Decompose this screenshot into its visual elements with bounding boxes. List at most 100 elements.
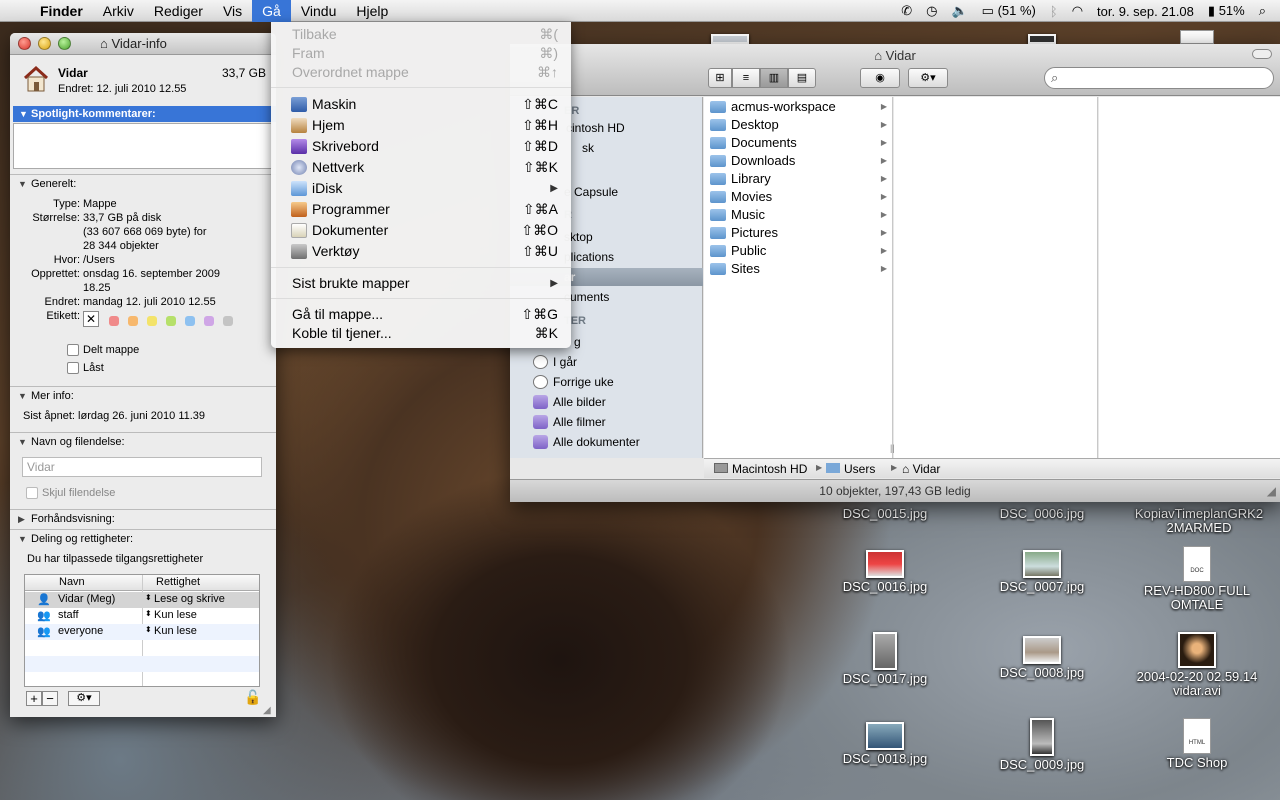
name-field[interactable]: Vidar [22, 457, 262, 477]
sidebar-item-all-images[interactable]: Alle bilder [510, 393, 703, 411]
desktop-file[interactable]: DOC REV-HD800 FULL OMTALE [1132, 546, 1262, 612]
desktop-file[interactable]: HTML TDC Shop [1132, 718, 1262, 770]
general-section-header[interactable]: ▼ Generelt: [10, 174, 276, 192]
path-item-vidar[interactable]: ⌂ Vidar [902, 462, 940, 476]
folder-item[interactable]: Pictures ▶ [704, 224, 892, 242]
view-columns-button[interactable]: ▥ [760, 68, 788, 88]
search-input[interactable]: ⌕ [1044, 67, 1274, 89]
menu-item-desktop[interactable]: Skrivebord ⇧⌘D [271, 136, 571, 157]
menu-item-applications[interactable]: Programmer ⇧⌘A [271, 199, 571, 220]
sidebar-item-last-week[interactable]: Forrige uke [510, 373, 703, 391]
hide-extension-checkbox[interactable] [26, 487, 38, 499]
menu-arkiv[interactable]: Arkiv [93, 0, 144, 22]
resize-grip-icon[interactable]: ◢ [263, 705, 271, 716]
desktop-file[interactable]: 2004-02-20 02.59.14 vidar.avi [1132, 632, 1262, 698]
folder-item[interactable]: Library ▶ [704, 170, 892, 188]
view-coverflow-button[interactable]: ▤ [788, 68, 816, 88]
menu-ga[interactable]: Gå [252, 0, 291, 22]
battery-percent[interactable]: ▮ 51% [1208, 3, 1245, 19]
wifi-icon[interactable]: ◠ [1072, 3, 1083, 19]
menu-finder[interactable]: Finder [30, 0, 93, 22]
permissions-action-gear-button[interactable]: ⚙▾ [68, 691, 100, 706]
spotlight-comments-field[interactable] [13, 123, 272, 169]
desktop-file[interactable]: DSC_0007.jpg [977, 550, 1107, 594]
menu-hjelp[interactable]: Hjelp [346, 0, 398, 22]
menu-item-network[interactable]: Nettverk ⇧⌘K [271, 157, 571, 178]
label-red[interactable] [109, 316, 119, 326]
menu-item-documents[interactable]: Dokumenter ⇧⌘O [271, 220, 571, 241]
desktop-icon-item[interactable] [710, 34, 750, 44]
toolbar-toggle-button[interactable] [1252, 49, 1272, 59]
desktop-file[interactable]: DSC_0016.jpg [820, 550, 950, 594]
menu-item-recent-folders[interactable]: Sist brukte mapper ▶ [271, 273, 571, 294]
desktop-file[interactable]: DSC_0008.jpg [977, 636, 1107, 680]
folder-item[interactable]: Sites ▶ [704, 260, 892, 278]
table-row[interactable]: 👤 Vidar (Meg) ⬍ Lese og skrive [25, 592, 259, 608]
sharing-section-header[interactable]: ▼ Deling og rettigheter: [10, 529, 276, 547]
label-green[interactable] [166, 316, 176, 326]
quick-look-button[interactable]: ◉ [860, 68, 900, 88]
label-none-button[interactable]: ✕ [83, 311, 99, 327]
menu-item-computer[interactable]: Maskin ⇧⌘C [271, 94, 571, 115]
menu-rediger[interactable]: Rediger [144, 0, 213, 22]
label-gray[interactable] [223, 316, 233, 326]
menu-item-back[interactable]: Tilbake ⌘( [271, 24, 571, 45]
view-list-button[interactable]: ≡ [732, 68, 760, 88]
action-gear-button[interactable]: ⚙▾ [908, 68, 948, 88]
desktop-icon-item[interactable] [1180, 30, 1214, 44]
spotlight-comments-header[interactable]: ▼ Spotlight-kommentarer: [13, 106, 276, 122]
menu-item-enclosing-folder[interactable]: Overordnet mappe ⌘↑ [271, 62, 571, 83]
close-button[interactable] [18, 37, 31, 50]
menu-item-go-to-folder[interactable]: Gå til mappe... ⇧⌘G [271, 304, 571, 325]
battery-status[interactable]: ▭ (51 %) [982, 3, 1036, 19]
folder-item[interactable]: Music ▶ [704, 206, 892, 224]
label-blue[interactable] [185, 316, 195, 326]
column-header-name[interactable]: Navn [59, 576, 85, 588]
folder-item[interactable]: acmus-workspace ▶ [704, 98, 892, 116]
volume-icon[interactable]: 🔈 [951, 3, 967, 19]
menu-item-forward[interactable]: Fram ⌘) [271, 43, 571, 64]
resize-grip-icon[interactable]: ◢ [1267, 480, 1276, 502]
folder-item[interactable]: Downloads ▶ [704, 152, 892, 170]
desktop-file[interactable]: KopiavTimeplanGRK2 2MARMED [1126, 507, 1272, 535]
menubar-clock[interactable]: tor. 9. sep. 21.08 [1097, 4, 1194, 19]
label-yellow[interactable] [147, 316, 157, 326]
bluetooth-icon[interactable]: ᛒ [1050, 4, 1058, 19]
sidebar-item-yesterday[interactable]: I går [510, 353, 703, 371]
desktop-icon-item[interactable] [1028, 34, 1056, 44]
menu-item-utilities[interactable]: Verktøy ⇧⌘U [271, 241, 571, 262]
name-extension-section-header[interactable]: ▼ Navn og filendelse: [10, 432, 276, 450]
menu-vindu[interactable]: Vindu [291, 0, 347, 22]
table-row[interactable]: 👥 staff ⬍ Kun lese [25, 608, 259, 624]
phone-icon[interactable]: ✆ [901, 3, 912, 19]
sidebar-item-all-movies[interactable]: Alle filmer [510, 413, 703, 431]
menu-vis[interactable]: Vis [213, 0, 252, 22]
shared-folder-checkbox[interactable] [67, 344, 79, 356]
remove-permission-button[interactable]: − [42, 691, 58, 706]
desktop-file[interactable]: DSC_0009.jpg [977, 718, 1107, 772]
folder-item[interactable]: Documents ▶ [704, 134, 892, 152]
path-item-macintosh-hd[interactable]: Macintosh HD [714, 462, 807, 476]
apple-menu-icon[interactable] [0, 0, 30, 22]
desktop-file[interactable]: DSC_0018.jpg [820, 722, 950, 766]
sidebar-item-all-documents[interactable]: Alle dokumenter [510, 433, 703, 451]
menu-item-connect-to-server[interactable]: Koble til tjener... ⌘K [271, 323, 571, 344]
folder-item[interactable]: Movies ▶ [704, 188, 892, 206]
desktop-file[interactable]: DSC_0006.jpg [977, 507, 1107, 521]
add-permission-button[interactable]: + [26, 691, 42, 706]
desktop-file[interactable]: DSC_0017.jpg [820, 632, 950, 686]
spotlight-icon[interactable]: ⌕ [1259, 3, 1266, 19]
folder-item[interactable]: Desktop ▶ [704, 116, 892, 134]
desktop-file[interactable]: DSC_0015.jpg [820, 507, 950, 521]
view-icon-button[interactable]: ⊞ [708, 68, 732, 88]
time-machine-icon[interactable]: ◷ [926, 3, 937, 19]
column-header-permission[interactable]: Rettighet [156, 576, 200, 588]
preview-section-header[interactable]: ▶ Forhåndsvisning: [10, 509, 276, 527]
lock-icon[interactable]: 🔓 [244, 689, 261, 706]
menu-item-idisk[interactable]: iDisk ▶ [271, 178, 571, 199]
label-orange[interactable] [128, 316, 138, 326]
folder-item[interactable]: Public ▶ [704, 242, 892, 260]
zoom-button[interactable] [58, 37, 71, 50]
label-purple[interactable] [204, 316, 214, 326]
more-info-section-header[interactable]: ▼ Mer info: [10, 386, 276, 404]
